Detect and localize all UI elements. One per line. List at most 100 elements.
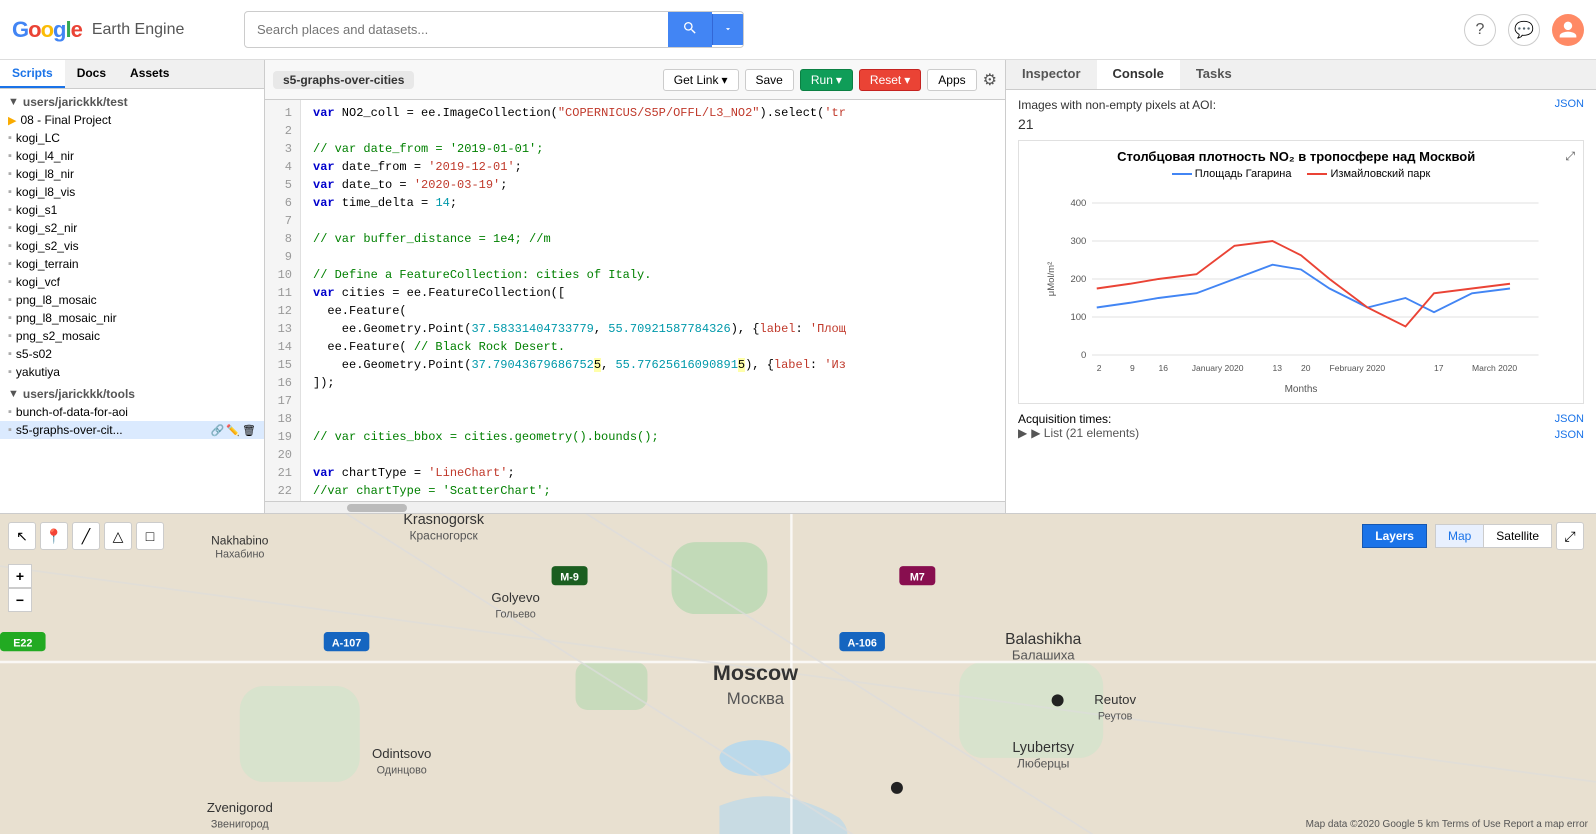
get-link-button[interactable]: Get Link ▾	[663, 69, 739, 91]
help-button[interactable]: ?	[1464, 14, 1496, 46]
save-button[interactable]: Save	[745, 69, 794, 91]
tab-scripts[interactable]: Scripts	[0, 60, 65, 88]
svg-text:A-106: A-106	[847, 637, 876, 649]
editor-scrollbar[interactable]	[265, 501, 1005, 513]
file-icon: ▪	[8, 366, 12, 378]
item-label: kogi_l8_nir	[16, 167, 74, 181]
map-toolbar: ↖ 📍 ╱ △ □	[8, 522, 164, 550]
list-item[interactable]: ▪ kogi_l4_nir	[0, 147, 264, 165]
search-button[interactable]	[668, 12, 712, 47]
item-label: kogi_l8_vis	[16, 185, 75, 199]
expand-chart-button[interactable]: ⤢	[1565, 149, 1575, 164]
item-label: kogi_l4_nir	[16, 149, 74, 163]
map-type-satellite-button[interactable]: Satellite	[1483, 524, 1552, 548]
pin-tool[interactable]: 📍	[40, 522, 68, 550]
list-item[interactable]: ▪ bunch-of-data-for-aoi	[0, 403, 264, 421]
user-icon	[1558, 20, 1578, 40]
chevron-down-icon	[723, 24, 733, 34]
fullscreen-button[interactable]: ⤢	[1556, 522, 1584, 550]
apps-button[interactable]: Apps	[927, 69, 976, 91]
edit-icon[interactable]: ✏️	[226, 424, 240, 437]
list-item[interactable]: ▪ kogi_LC	[0, 129, 264, 147]
list-row: ▶ ▶ List (21 elements) JSON	[1018, 426, 1584, 444]
svg-text:16: 16	[1159, 363, 1169, 373]
layers-button[interactable]: Layers	[1362, 524, 1427, 548]
list-item[interactable]: ▪ kogi_vcf	[0, 273, 264, 291]
json-link-3[interactable]: JSON	[1555, 429, 1584, 441]
item-label: 08 - Final Project	[20, 113, 111, 127]
zoom-in-button[interactable]: +	[8, 564, 32, 588]
tab-inspector[interactable]: Inspector	[1006, 60, 1097, 89]
draw-poly-tool[interactable]: △	[104, 522, 132, 550]
avatar[interactable]	[1552, 14, 1584, 46]
expand-list-icon[interactable]: ▶	[1018, 426, 1027, 440]
legend-blue: Площадь Гагарина	[1172, 168, 1292, 180]
console-content: Images with non-empty pixels at AOI: JSO…	[1006, 90, 1596, 513]
line-numbers: 12345 678910 1112131415 1617181920 21222…	[265, 100, 301, 501]
svg-text:Reutov: Reutov	[1094, 692, 1136, 707]
settings-button[interactable]: ⚙	[983, 70, 997, 90]
chart-container: ⤢ Столбцовая плотность NO₂ в тропосфере …	[1018, 140, 1584, 404]
list-item[interactable]: ▪ png_s2_mosaic	[0, 327, 264, 345]
svg-text:Люберцы: Люберцы	[1017, 757, 1069, 771]
tree-folder-final[interactable]: ▶ 08 - Final Project	[0, 111, 264, 129]
tab-docs[interactable]: Docs	[65, 60, 118, 88]
pointer-tool[interactable]: ↖	[8, 522, 36, 550]
search-input[interactable]	[245, 14, 668, 45]
map-svg: Moscow Москва Balashikha Балашиха Dedovs…	[0, 514, 1596, 834]
file-icon: ▪	[8, 150, 12, 162]
chart-area: μMol/m² 400 300 200 100 0	[1027, 184, 1575, 384]
list-item[interactable]: ▪ yakutiya	[0, 363, 264, 381]
list-item[interactable]: ▪ kogi_l8_vis	[0, 183, 264, 201]
tab-tasks[interactable]: Tasks	[1180, 60, 1248, 89]
draw-rect-tool[interactable]: □	[136, 522, 164, 550]
json-link-1[interactable]: JSON	[1555, 98, 1584, 110]
search-dropdown-button[interactable]	[712, 14, 743, 45]
svg-text:Нахабино: Нахабино	[215, 549, 264, 561]
list-item[interactable]: ▪ kogi_l8_nir	[0, 165, 264, 183]
draw-line-tool[interactable]: ╱	[72, 522, 100, 550]
console-list[interactable]: ▶ ▶ List (21 elements)	[1018, 426, 1139, 440]
tree-folder-test[interactable]: ▼ users/jarickkk/test	[0, 93, 264, 111]
item-label: kogi_s1	[16, 203, 57, 217]
share-icon[interactable]: 🔗	[211, 424, 225, 437]
map-container[interactable]: ↖ 📍 ╱ △ □ + −	[0, 514, 1596, 834]
right-panel: Inspector Console Tasks Images with non-…	[1006, 60, 1596, 513]
layers-section: Layers	[1362, 524, 1427, 548]
notifications-button[interactable]: 💬	[1508, 14, 1540, 46]
zoom-out-button[interactable]: −	[8, 588, 32, 612]
list-item[interactable]: ▪ kogi_s2_vis	[0, 237, 264, 255]
app: Google Earth Engine ? 💬 Scripts	[0, 0, 1596, 834]
collapse-icon: ▼	[8, 388, 19, 400]
svg-text:20: 20	[1301, 363, 1311, 373]
tree-folder-tools[interactable]: ▼ users/jarickkk/tools	[0, 385, 264, 403]
list-item[interactable]: ▪ s5-s02	[0, 345, 264, 363]
run-button[interactable]: Run ▾	[800, 69, 853, 91]
scroll-thumb[interactable]	[347, 504, 407, 512]
logo: Google Earth Engine	[12, 17, 232, 43]
list-item[interactable]: ▪ kogi_terrain	[0, 255, 264, 273]
json-link-2[interactable]: JSON	[1555, 413, 1584, 425]
file-icon: ▪	[8, 406, 12, 418]
svg-text:Москва: Москва	[727, 689, 785, 708]
map-type-map-button[interactable]: Map	[1435, 524, 1483, 548]
list-item-active[interactable]: ▪ s5-graphs-over-cit... 🔗 ✏️ 🗑	[0, 421, 264, 439]
tab-console[interactable]: Console	[1097, 60, 1180, 89]
code-area[interactable]: 12345 678910 1112131415 1617181920 21222…	[265, 100, 1005, 501]
file-icon: ▪	[8, 312, 12, 324]
list-item[interactable]: ▪ kogi_s1	[0, 201, 264, 219]
reset-button[interactable]: Reset ▾	[859, 69, 921, 91]
svg-text:Звенигород: Звенигород	[211, 818, 270, 830]
collapse-icon: ▼	[8, 96, 19, 108]
delete-icon[interactable]: 🗑	[242, 424, 256, 437]
folder-label: users/jarickkk/tools	[23, 387, 135, 401]
tab-assets[interactable]: Assets	[118, 60, 181, 88]
code-editor[interactable]: var NO2_coll = ee.ImageCollection("COPER…	[301, 100, 1005, 501]
topbar-right: ? 💬	[1464, 14, 1584, 46]
file-icon: ▪	[8, 240, 12, 252]
list-item[interactable]: ▪ png_l8_mosaic_nir	[0, 309, 264, 327]
list-item[interactable]: ▪ png_l8_mosaic	[0, 291, 264, 309]
file-icon: ▪	[8, 186, 12, 198]
file-icon: ▪	[8, 348, 12, 360]
list-item[interactable]: ▪ kogi_s2_nir	[0, 219, 264, 237]
